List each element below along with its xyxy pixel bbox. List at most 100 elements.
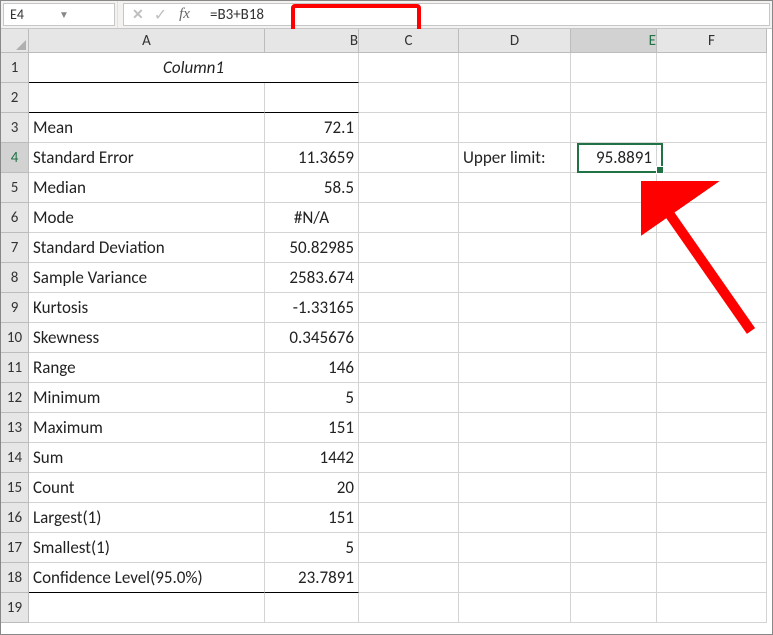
cell-B14[interactable]: 1442 <box>265 443 359 473</box>
cell-D9[interactable] <box>459 293 571 323</box>
cell-E7[interactable] <box>571 233 657 263</box>
cell-C1[interactable] <box>359 53 459 83</box>
cell-F13[interactable] <box>657 413 767 443</box>
cell-A6[interactable]: Mode <box>29 203 265 233</box>
row-header-10[interactable]: 10 <box>1 323 29 353</box>
cell-F18[interactable] <box>657 563 767 593</box>
cell-C3[interactable] <box>359 113 459 143</box>
row-header-15[interactable]: 15 <box>1 473 29 503</box>
col-header-F[interactable]: F <box>657 29 767 53</box>
col-header-A[interactable]: A <box>29 29 265 53</box>
cell-A15[interactable]: Count <box>29 473 265 503</box>
cell-C18[interactable] <box>359 563 459 593</box>
row-header-6[interactable]: 6 <box>1 203 29 233</box>
cell-D15[interactable] <box>459 473 571 503</box>
row-header-3[interactable]: 3 <box>1 113 29 143</box>
cell-C8[interactable] <box>359 263 459 293</box>
cell-A14[interactable]: Sum <box>29 443 265 473</box>
cell-A12[interactable]: Minimum <box>29 383 265 413</box>
cell-A1[interactable]: Column1 <box>29 53 359 83</box>
cell-D7[interactable] <box>459 233 571 263</box>
row-header-13[interactable]: 13 <box>1 413 29 443</box>
row-header-18[interactable]: 18 <box>1 563 29 593</box>
cell-F16[interactable] <box>657 503 767 533</box>
cancel-icon[interactable]: ✕ <box>132 6 144 23</box>
cell-F6[interactable] <box>657 203 767 233</box>
cell-F11[interactable] <box>657 353 767 383</box>
cell-A7[interactable]: Standard Deviation <box>29 233 265 263</box>
cell-C17[interactable] <box>359 533 459 563</box>
cell-B15[interactable]: 20 <box>265 473 359 503</box>
cell-D10[interactable] <box>459 323 571 353</box>
cell-A3[interactable]: Mean <box>29 113 265 143</box>
cell-E13[interactable] <box>571 413 657 443</box>
cell-C9[interactable] <box>359 293 459 323</box>
cell-B16[interactable]: 151 <box>265 503 359 533</box>
col-header-C[interactable]: C <box>359 29 459 53</box>
cell-C10[interactable] <box>359 323 459 353</box>
cell-A18[interactable]: Confidence Level(95.0%) <box>29 563 265 593</box>
row-header-5[interactable]: 5 <box>1 173 29 203</box>
cell-B10[interactable]: 0.345676 <box>265 323 359 353</box>
cell-B2[interactable] <box>265 83 359 113</box>
cell-F12[interactable] <box>657 383 767 413</box>
cell-F14[interactable] <box>657 443 767 473</box>
cell-C14[interactable] <box>359 443 459 473</box>
row-header-16[interactable]: 16 <box>1 503 29 533</box>
cell-C11[interactable] <box>359 353 459 383</box>
cell-B6[interactable]: #N/A <box>265 203 359 233</box>
cell-E4[interactable]: 95.8891 <box>571 143 657 173</box>
cell-C15[interactable] <box>359 473 459 503</box>
cell-A17[interactable]: Smallest(1) <box>29 533 265 563</box>
row-header-8[interactable]: 8 <box>1 263 29 293</box>
cell-D8[interactable] <box>459 263 571 293</box>
cell-D5[interactable] <box>459 173 571 203</box>
cell-A5[interactable]: Median <box>29 173 265 203</box>
cell-D13[interactable] <box>459 413 571 443</box>
cell-E18[interactable] <box>571 563 657 593</box>
cell-B4[interactable]: 11.3659 <box>265 143 359 173</box>
cell-E2[interactable] <box>571 83 657 113</box>
cell-A2[interactable] <box>29 83 265 113</box>
cell-F17[interactable] <box>657 533 767 563</box>
col-header-D[interactable]: D <box>459 29 571 53</box>
cell-A11[interactable]: Range <box>29 353 265 383</box>
cell-D3[interactable] <box>459 113 571 143</box>
formula-input[interactable]: =B3+B18 <box>202 3 770 26</box>
cell-E3[interactable] <box>571 113 657 143</box>
cell-C7[interactable] <box>359 233 459 263</box>
cell-A10[interactable]: Skewness <box>29 323 265 353</box>
cell-E11[interactable] <box>571 353 657 383</box>
cell-B11[interactable]: 146 <box>265 353 359 383</box>
cell-F3[interactable] <box>657 113 767 143</box>
cell-C16[interactable] <box>359 503 459 533</box>
cell-E17[interactable] <box>571 533 657 563</box>
cell-A9[interactable]: Kurtosis <box>29 293 265 323</box>
cell-B18[interactable]: 23.7891 <box>265 563 359 593</box>
cell-F2[interactable] <box>657 83 767 113</box>
row-header-11[interactable]: 11 <box>1 353 29 383</box>
row-header-7[interactable]: 7 <box>1 233 29 263</box>
fx-icon[interactable]: fx <box>177 6 194 23</box>
cell-C19[interactable] <box>359 593 459 623</box>
row-header-14[interactable]: 14 <box>1 443 29 473</box>
cell-D19[interactable] <box>459 593 571 623</box>
cell-C2[interactable] <box>359 83 459 113</box>
cell-E8[interactable] <box>571 263 657 293</box>
cell-D1[interactable] <box>459 53 571 83</box>
cell-E16[interactable] <box>571 503 657 533</box>
cell-A8[interactable]: Sample Variance <box>29 263 265 293</box>
cell-F8[interactable] <box>657 263 767 293</box>
cell-C4[interactable] <box>359 143 459 173</box>
row-header-9[interactable]: 9 <box>1 293 29 323</box>
cell-E6[interactable] <box>571 203 657 233</box>
cell-D11[interactable] <box>459 353 571 383</box>
name-box[interactable]: E4 ▼ <box>3 3 115 26</box>
row-header-1[interactable]: 1 <box>1 53 29 83</box>
cell-B13[interactable]: 151 <box>265 413 359 443</box>
select-all-corner[interactable] <box>1 29 29 53</box>
cell-D16[interactable] <box>459 503 571 533</box>
cell-E15[interactable] <box>571 473 657 503</box>
cell-C12[interactable] <box>359 383 459 413</box>
name-box-dropdown-icon[interactable]: ▼ <box>59 8 108 21</box>
